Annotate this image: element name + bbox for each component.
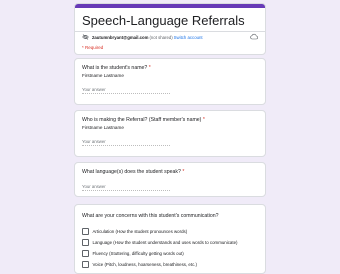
referrer-name-input[interactable] bbox=[82, 138, 170, 146]
question-title: What is the student's name? * bbox=[82, 65, 151, 71]
required-star: * bbox=[148, 65, 151, 71]
option-label: Fluency (Stuttering, difficulty getting … bbox=[92, 250, 184, 256]
languages-input[interactable] bbox=[82, 183, 170, 191]
option-label: Language (How the student understands an… bbox=[92, 239, 238, 245]
form-header-card: Speech-Language Referrals 2autumnbryant@… bbox=[74, 3, 266, 55]
checkbox[interactable] bbox=[82, 250, 89, 257]
required-star: * bbox=[202, 117, 205, 123]
concern-option-fluency[interactable]: Fluency (Stuttering, difficulty getting … bbox=[82, 250, 184, 257]
account-hidden-icon bbox=[82, 34, 89, 40]
option-label: Voice (Pitch, loudness, hoarseness, brea… bbox=[92, 261, 197, 267]
form-title: Speech-Language Referrals bbox=[82, 13, 245, 28]
required-note: * Required bbox=[82, 45, 104, 50]
not-shared-label: (not shared) bbox=[149, 34, 173, 40]
question-card-languages: What language(s) does the student speak?… bbox=[74, 162, 266, 197]
account-row: 2autumnbryant@gmail.com (not shared) Swi… bbox=[82, 34, 203, 40]
question-description: Firstname Lastname bbox=[82, 73, 124, 78]
question-card-student-name: What is the student's name? * Firstname … bbox=[74, 58, 266, 105]
checkbox[interactable] bbox=[82, 261, 89, 268]
account-email: 2autumnbryant@gmail.com bbox=[92, 34, 149, 40]
concern-option-articulation[interactable]: Articulation (How the student pronounces… bbox=[82, 228, 187, 235]
required-star: * bbox=[182, 169, 185, 175]
switch-account-link[interactable]: Switch account bbox=[174, 35, 203, 40]
question-card-referrer: Who is making the Referral? (Staff membe… bbox=[74, 110, 266, 157]
question-title: What are your concerns with this student… bbox=[82, 213, 219, 219]
question-title: Who is making the Referral? (Staff membe… bbox=[82, 117, 205, 123]
header-accent-bar bbox=[75, 4, 265, 8]
question-title-text: What language(s) does the student speak? bbox=[82, 169, 181, 175]
question-title-text: What is the student's name? bbox=[82, 65, 148, 71]
concern-option-language[interactable]: Language (How the student understands an… bbox=[82, 239, 237, 246]
question-title-text: Who is making the Referral? (Staff membe… bbox=[82, 117, 202, 123]
header-divider bbox=[75, 31, 265, 32]
cloud-save-icon bbox=[250, 33, 258, 40]
student-name-input[interactable] bbox=[82, 86, 170, 94]
checkbox[interactable] bbox=[82, 239, 89, 246]
checkbox[interactable] bbox=[82, 228, 89, 235]
concern-option-voice[interactable]: Voice (Pitch, loudness, hoarseness, brea… bbox=[82, 261, 197, 268]
question-description: Firstname Lastname bbox=[82, 125, 124, 130]
question-card-concerns: What are your concerns with this student… bbox=[74, 204, 266, 274]
question-title: What language(s) does the student speak?… bbox=[82, 169, 184, 175]
option-label: Articulation (How the student pronounces… bbox=[92, 228, 188, 234]
